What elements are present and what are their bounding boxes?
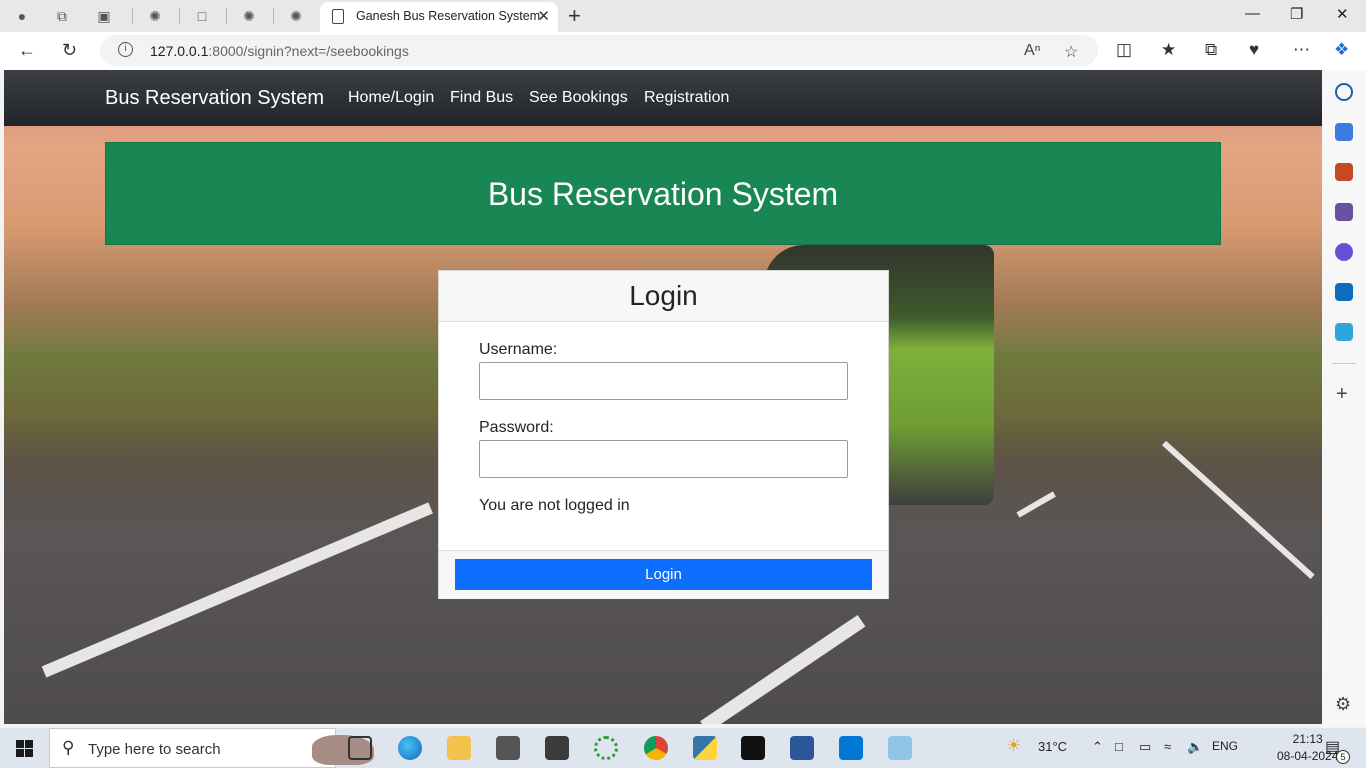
nav-link-home-login[interactable]: Home/Login (348, 89, 434, 107)
header-banner: Bus Reservation System (105, 142, 1221, 245)
sidebar-divider (1332, 363, 1356, 364)
tab-separator (179, 8, 180, 24)
road-marking (1016, 491, 1056, 518)
new-tab-icon[interactable]: + (568, 3, 581, 29)
password-input[interactable] (479, 440, 848, 478)
back-icon[interactable]: ← (18, 40, 36, 61)
address-bar[interactable]: i 127.0.0.1:8000/signin?next=/seebooking… (100, 35, 1098, 66)
road-marking (700, 614, 866, 724)
tab-actions-icon[interactable]: ▣ (94, 6, 114, 26)
loading-app-icon[interactable] (594, 736, 618, 760)
page-viewport: Bus Reservation System Home/Login Find B… (4, 70, 1322, 724)
nav-link-find-bus[interactable]: Find Bus (450, 89, 513, 107)
banner-title: Bus Reservation System (487, 176, 839, 212)
tab-document-icon[interactable]: □ (192, 6, 212, 26)
taskbar-search-placeholder: Type here to search (88, 741, 221, 758)
notepad-icon[interactable] (888, 736, 912, 760)
tools-icon[interactable] (1335, 163, 1353, 181)
tab-separator (132, 8, 133, 24)
word-icon[interactable] (790, 736, 814, 760)
task-view-icon[interactable] (348, 736, 372, 760)
sidebar-settings-icon[interactable]: ⚙ (1335, 694, 1351, 715)
minimize-icon[interactable]: — (1245, 5, 1260, 22)
meet-now-icon[interactable]: □ (1115, 739, 1123, 754)
search-icon: ⚲ (62, 738, 75, 757)
nav-link-registration[interactable]: Registration (644, 89, 729, 107)
split-screen-icon[interactable]: ◫ (1116, 40, 1132, 60)
windows-taskbar: ⚲ Type here to search ☀ 31°C ⌃ □ ▭ ≈ 🔈 E… (0, 728, 1366, 768)
login-status-text: You are not logged in (479, 497, 630, 514)
login-card: Login Username: Password: You are not lo… (438, 270, 889, 599)
login-card-header: Login (439, 271, 888, 322)
mail-icon[interactable] (496, 736, 520, 760)
url-host: 127.0.0.1 (150, 43, 209, 59)
password-label: Password: (479, 419, 554, 436)
close-tab-icon[interactable]: ✕ (537, 7, 550, 25)
url-text[interactable]: 127.0.0.1:8000/signin?next=/seebookings (150, 43, 409, 59)
shopping-tag-icon[interactable] (1335, 123, 1353, 141)
username-label: Username: (479, 341, 558, 358)
restore-icon[interactable]: ❐ (1290, 5, 1303, 23)
tab-separator (226, 8, 227, 24)
add-sidebar-app-icon[interactable]: + (1336, 383, 1348, 406)
chrome-icon[interactable] (644, 736, 668, 760)
tab-separator (273, 8, 274, 24)
site-info-icon[interactable]: i (118, 42, 133, 57)
browser-essentials-icon[interactable]: ♥ (1249, 40, 1259, 60)
page-icon (332, 9, 344, 24)
browser-tab-strip: ● ⧉ ▣ ✺ □ ✺ ✺ Ganesh Bus Reservation Sys… (0, 0, 1366, 32)
file-explorer-icon[interactable] (447, 736, 471, 760)
login-card-footer: Login (439, 550, 888, 599)
search-icon[interactable] (1335, 83, 1353, 101)
command-prompt-icon[interactable] (741, 736, 765, 760)
terminal-app-icon[interactable] (545, 736, 569, 760)
workspaces-icon[interactable]: ⧉ (52, 6, 72, 26)
games-icon[interactable] (1335, 203, 1353, 221)
copilot-icon[interactable]: ❖ (1334, 40, 1349, 60)
weather-temperature[interactable]: 31°C (1038, 739, 1067, 754)
notification-count-badge: 5 (1336, 750, 1350, 764)
site-brand[interactable]: Bus Reservation System (105, 87, 324, 110)
drop-icon[interactable] (1335, 323, 1353, 341)
edge-sidebar: + ⚙ (1322, 70, 1366, 726)
tab-chatgpt-icon[interactable]: ✺ (145, 6, 165, 26)
battery-icon[interactable]: ▭ (1139, 739, 1151, 755)
username-input[interactable] (479, 362, 848, 400)
wifi-icon[interactable]: ≈ (1164, 739, 1171, 754)
road-marking (1161, 440, 1315, 580)
show-hidden-icons-icon[interactable]: ⌃ (1092, 739, 1103, 755)
vscode-icon[interactable] (839, 736, 863, 760)
login-title: Login (629, 280, 698, 311)
reload-icon[interactable]: ↻ (62, 40, 77, 61)
microsoft-365-icon[interactable] (1335, 243, 1353, 261)
python-icon[interactable] (693, 736, 717, 760)
favorite-star-icon[interactable]: ☆ (1064, 42, 1078, 62)
edge-taskbar-icon[interactable] (398, 736, 422, 760)
taskbar-search[interactable]: ⚲ Type here to search (49, 728, 374, 768)
nav-link-see-bookings[interactable]: See Bookings (529, 89, 628, 107)
volume-icon[interactable]: 🔈 (1187, 739, 1203, 755)
favorites-icon[interactable]: ★ (1161, 40, 1176, 60)
road-marking (41, 502, 433, 678)
read-aloud-icon[interactable]: Aⁿ (1024, 42, 1041, 60)
site-navbar: Bus Reservation System Home/Login Find B… (4, 70, 1322, 126)
tab-chatgpt-icon[interactable]: ✺ (239, 6, 259, 26)
profile-icon[interactable]: ● (12, 6, 32, 26)
close-window-icon[interactable]: ✕ (1336, 5, 1349, 23)
collections-icon[interactable]: ⧉ (1205, 40, 1217, 60)
more-menu-icon[interactable]: ⋯ (1293, 40, 1310, 60)
url-path: :8000/signin?next=/seebookings (208, 43, 409, 59)
tab-chatgpt-icon[interactable]: ✺ (286, 6, 306, 26)
login-button[interactable]: Login (455, 559, 872, 590)
tab-title: Ganesh Bus Reservation System (356, 9, 541, 23)
active-tab[interactable]: Ganesh Bus Reservation System ✕ (320, 2, 558, 32)
weather-icon[interactable]: ☀ (1006, 736, 1021, 756)
outlook-icon[interactable] (1335, 283, 1353, 301)
windows-start-icon[interactable] (16, 740, 33, 757)
language-indicator[interactable]: ENG (1212, 739, 1238, 753)
